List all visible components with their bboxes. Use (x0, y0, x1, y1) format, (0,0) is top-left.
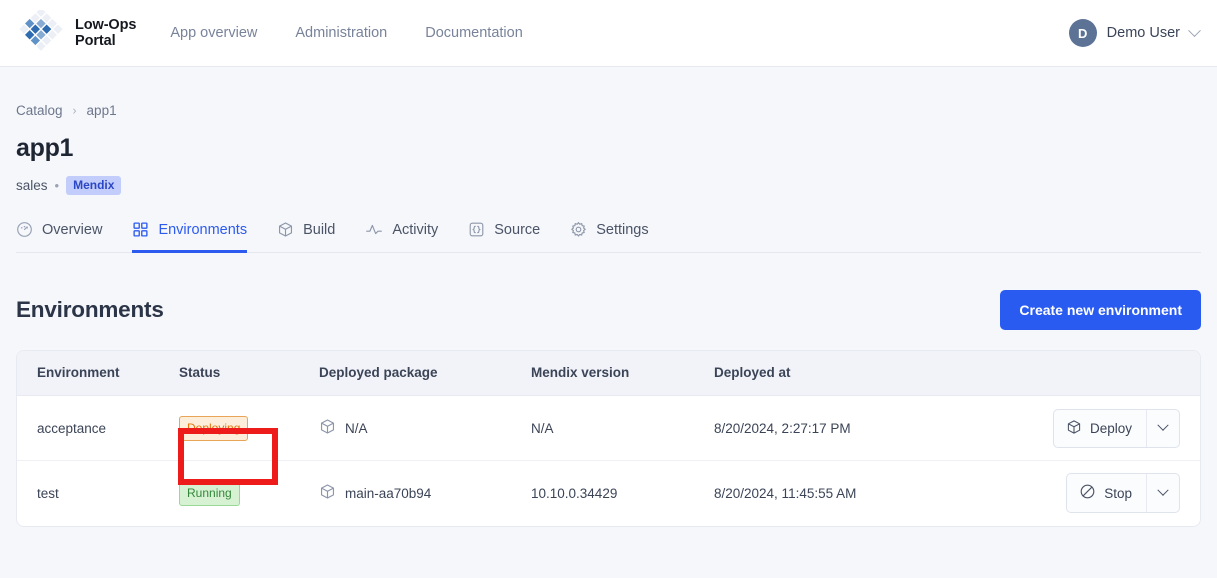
gauge-icon (16, 221, 33, 238)
cell-actions: Deploy (1044, 395, 1200, 461)
tab-environments-label: Environments (158, 221, 248, 238)
column-header-actions (1044, 351, 1200, 396)
package-name: N/A (345, 420, 368, 436)
chevron-down-icon (1188, 23, 1201, 37)
cell-environment: acceptance (17, 395, 179, 461)
status-badge-deploying: Deploying (179, 415, 249, 441)
tab-settings-label: Settings (596, 221, 649, 238)
environments-table: Environment Status Deployed package Mend… (17, 351, 1200, 526)
table-row: acceptance Deploying N/A N/A 8/20/2024, … (17, 395, 1200, 461)
package-box-icon (319, 418, 336, 438)
cell-deployed-package: main-aa70b94 (319, 461, 531, 526)
table-header-row: Environment Status Deployed package Mend… (17, 351, 1200, 396)
cell-deployed-package: N/A (319, 395, 531, 461)
brand-name-line1: Low-Ops (75, 16, 137, 33)
column-header-mendix-version: Mendix version (531, 351, 714, 396)
grid-squares-icon (132, 221, 149, 238)
avatar: D (1068, 19, 1097, 47)
column-header-status: Status (179, 351, 319, 396)
chevron-down-icon (1157, 419, 1169, 431)
top-navigation-bar: Low-Ops Portal App overview Administrati… (0, 0, 1217, 67)
tab-bar: Overview Environments Build Activity Sou… (16, 221, 1201, 253)
package-box-icon (1066, 419, 1082, 438)
tab-environments[interactable]: Environments (132, 221, 248, 253)
cell-deployed-at: 8/20/2024, 11:45:55 AM (714, 485, 857, 501)
package-box-icon (277, 221, 294, 238)
tab-build[interactable]: Build (277, 221, 335, 253)
tab-overview-label: Overview (42, 221, 103, 238)
environments-section-header: Environments Create new environment (16, 290, 1201, 330)
page-title: app1 (16, 134, 74, 162)
table-row: test Running main-aa70b94 10.10.0.34429 … (17, 461, 1200, 526)
nav-administration[interactable]: Administration (295, 25, 387, 41)
gear-icon (570, 221, 587, 238)
tab-overview[interactable]: Overview (16, 221, 102, 253)
stop-dropdown-toggle[interactable] (1146, 474, 1179, 513)
nav-app-overview[interactable]: App overview (170, 25, 257, 41)
cell-deployed-at: 8/20/2024, 2:27:17 PM (714, 395, 1044, 461)
page-content: Catalog › app1 app1 sales • Mendix Overv… (0, 67, 1217, 527)
cell-status: Running (179, 461, 319, 526)
status-badge-running: Running (179, 480, 240, 506)
chevron-down-icon (1157, 484, 1169, 497)
package-box-icon (319, 483, 336, 503)
diamond-grid-logo-icon (18, 7, 64, 56)
stop-button[interactable]: Stop (1067, 474, 1146, 512)
column-header-deployed-package: Deployed package (319, 351, 531, 396)
app-subtitle: sales • Mendix (16, 176, 1201, 195)
cell-status: Deploying (179, 395, 319, 461)
platform-tag: Mendix (66, 176, 122, 195)
column-header-environment: Environment (17, 351, 179, 396)
deploy-button-label: Deploy (1089, 420, 1132, 436)
breadcrumb: Catalog › app1 (16, 67, 1201, 118)
cell-mendix-version: 10.10.0.34429 (531, 485, 618, 501)
column-header-deployed-at: Deployed at (714, 351, 1044, 396)
user-name: Demo User (1106, 25, 1180, 41)
table-header: Environment Status Deployed package Mend… (17, 351, 1200, 396)
table-body: acceptance Deploying N/A N/A 8/20/2024, … (17, 395, 1200, 526)
tab-activity-label: Activity (392, 221, 439, 238)
stop-circle-slash-icon (1079, 483, 1096, 503)
pulse-line-icon (365, 221, 383, 238)
stop-button-label: Stop (1104, 485, 1132, 501)
cell-mendix-version: N/A (531, 395, 714, 461)
breadcrumb-separator-icon: › (72, 103, 77, 117)
cell-environment: test (37, 485, 59, 501)
user-menu[interactable]: D Demo User (1068, 19, 1201, 47)
breadcrumb-catalog[interactable]: Catalog (16, 103, 63, 118)
app-owner: sales (16, 178, 48, 193)
curly-braces-icon (468, 221, 485, 238)
package-name: main-aa70b94 (345, 485, 432, 501)
deploy-button[interactable]: Deploy (1054, 410, 1146, 447)
cell-actions: Stop (1044, 461, 1200, 526)
breadcrumb-current: app1 (86, 103, 117, 118)
brand-logo[interactable]: Low-Ops Portal (18, 7, 136, 56)
create-new-environment-button[interactable]: Create new environment (1000, 290, 1201, 330)
tab-source-label: Source (494, 221, 541, 238)
brand-name: Low-Ops Portal (75, 17, 136, 49)
tab-build-label: Build (303, 221, 336, 238)
app-window: Low-Ops Portal App overview Administrati… (0, 0, 1217, 578)
tab-activity[interactable]: Activity (365, 221, 438, 253)
deploy-dropdown-toggle[interactable] (1146, 409, 1179, 447)
tab-settings[interactable]: Settings (570, 221, 649, 253)
deploy-split-button: Deploy (1052, 408, 1180, 448)
stop-split-button: Stop (1066, 473, 1180, 514)
primary-nav: App overview Administration Documentatio… (170, 25, 522, 41)
brand-name-line2: Portal (75, 33, 116, 49)
separator-dot: • (54, 178, 60, 193)
environments-table-card: Environment Status Deployed package Mend… (16, 350, 1201, 527)
nav-documentation[interactable]: Documentation (425, 25, 523, 41)
section-title: Environments (16, 297, 164, 322)
tab-source[interactable]: Source (468, 221, 540, 253)
